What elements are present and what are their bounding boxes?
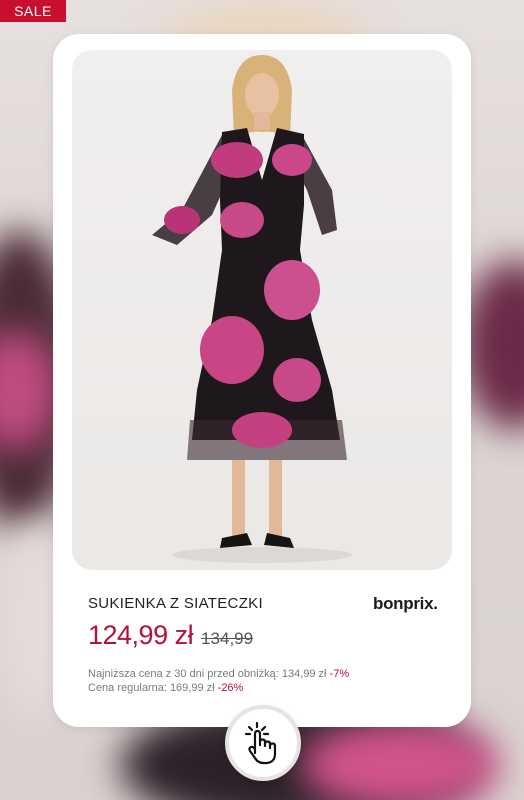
price-current: 124,99 zł xyxy=(88,620,194,650)
brand-logo: bonprix. xyxy=(373,594,438,613)
regular-price-info: Cena regularna: 169,99 zł -26% xyxy=(88,682,243,694)
hand-tap-icon xyxy=(244,721,277,765)
lowest-price-label: Najniższa cena z 30 dni przed obniżką: 1… xyxy=(88,668,327,680)
lowest-price-pct: -7% xyxy=(329,668,350,680)
price-old: 134,99 xyxy=(201,629,254,648)
regular-price-label: Cena regularna: 169,99 zł xyxy=(88,682,215,694)
product-title: SUKIENKA Z SIATECZKI xyxy=(88,595,263,612)
price-row: 124,99 zł 134,99 xyxy=(88,620,253,651)
product-image[interactable] xyxy=(72,50,452,570)
product-card[interactable]: SUKIENKA Z SIATECZKI bonprix. 124,99 zł … xyxy=(53,34,471,727)
sale-badge: SALE xyxy=(0,0,66,22)
lowest-price-info: Najniższa cena z 30 dni przed obniżką: 1… xyxy=(88,668,349,680)
tap-button[interactable] xyxy=(225,705,301,781)
regular-price-pct: -26% xyxy=(217,682,244,694)
